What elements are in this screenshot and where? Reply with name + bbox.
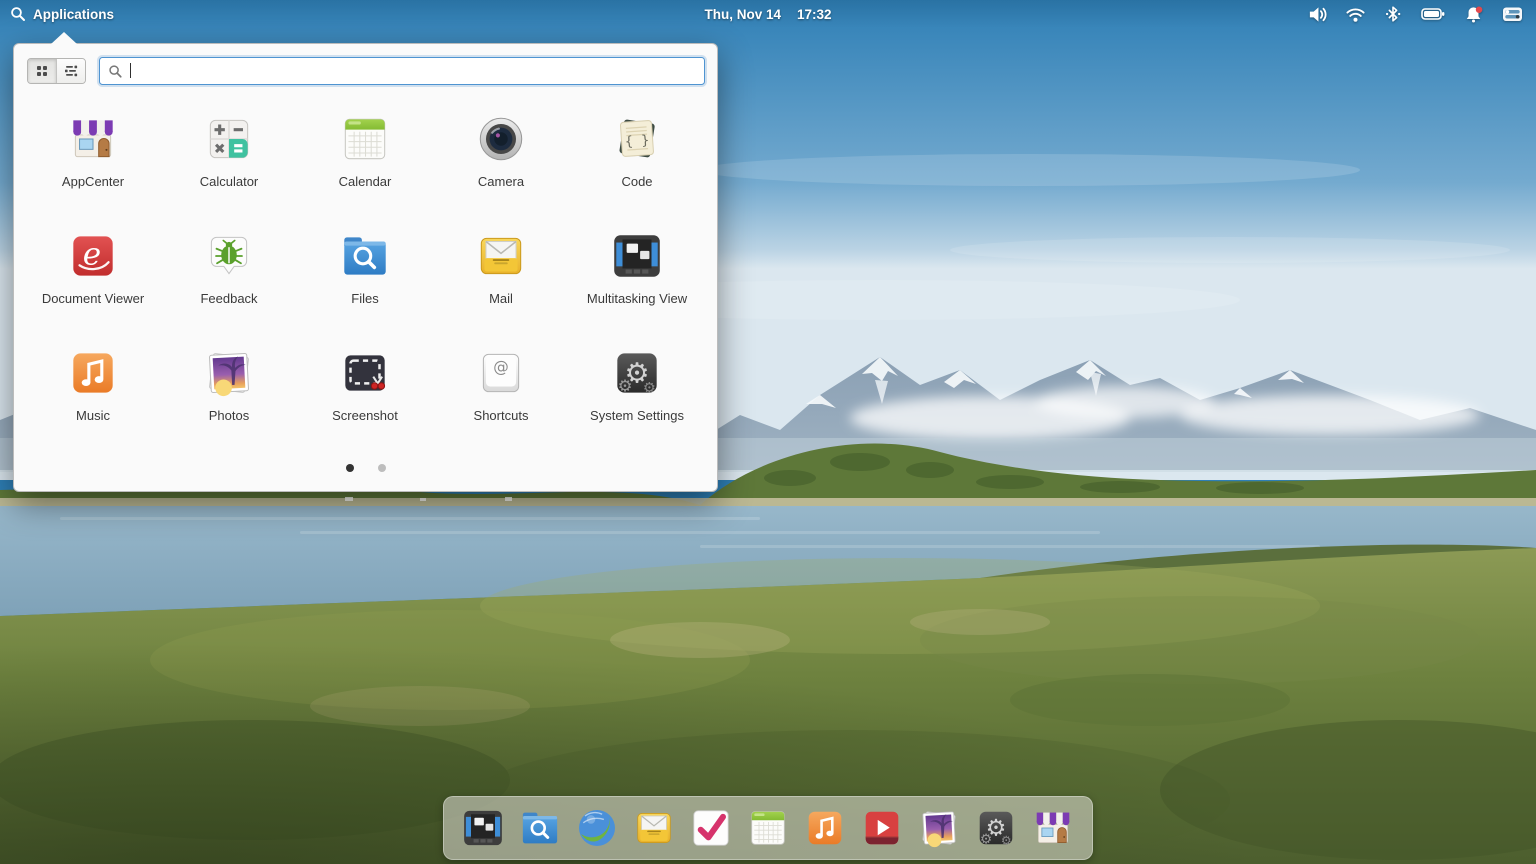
bluetooth-icon[interactable]	[1383, 4, 1403, 24]
app-calendar[interactable]: Calendar	[297, 110, 433, 189]
app-screenshot[interactable]: Screenshot	[297, 344, 433, 423]
app-grid: AppCenter Calculator Calendar Camera Cod…	[14, 85, 717, 423]
text-caret	[130, 63, 131, 78]
search-box[interactable]	[99, 57, 705, 85]
music-icon	[64, 344, 122, 402]
session-icon[interactable]	[1501, 4, 1524, 24]
appcenter-icon	[64, 110, 122, 168]
dock-system-settings[interactable]	[972, 804, 1020, 852]
dock-web-browser[interactable]	[573, 804, 621, 852]
dock-files[interactable]	[516, 804, 564, 852]
mail-icon	[630, 804, 678, 852]
screenshot-icon	[336, 344, 394, 402]
app-label: Music	[76, 408, 110, 423]
app-label: Document Viewer	[41, 291, 145, 306]
panel-time: 17:32	[796, 6, 832, 22]
appcenter-icon	[1029, 804, 1077, 852]
app-calculator[interactable]: Calculator	[161, 110, 297, 189]
app-system-settings[interactable]: System Settings	[569, 344, 705, 423]
list-view-button[interactable]	[56, 59, 85, 83]
app-label: AppCenter	[61, 174, 125, 189]
page-dot-1[interactable]	[345, 464, 354, 472]
dock-videos[interactable]	[858, 804, 906, 852]
applications-menu-button[interactable]: Applications	[0, 6, 114, 22]
dock	[443, 796, 1093, 860]
app-label: Calculator	[199, 174, 259, 189]
photos-icon	[200, 344, 258, 402]
calendar-icon	[744, 804, 792, 852]
page-indicator	[14, 464, 717, 472]
music-icon	[801, 804, 849, 852]
app-label: Files	[351, 291, 379, 306]
search-icon	[11, 7, 25, 21]
app-label: Calendar	[338, 174, 392, 189]
search-input[interactable]	[129, 63, 696, 79]
app-files[interactable]: Files	[297, 227, 433, 306]
app-label: Shortcuts	[473, 408, 529, 423]
volume-icon[interactable]	[1307, 4, 1328, 25]
view-toggle-group	[27, 58, 86, 84]
app-shortcuts[interactable]: Shortcuts	[433, 344, 569, 423]
camera-icon	[472, 110, 530, 168]
applications-launcher: AppCenter Calculator Calendar Camera Cod…	[13, 32, 718, 492]
search-icon	[109, 64, 122, 78]
document-viewer-icon	[64, 227, 122, 285]
videos-icon	[858, 804, 906, 852]
app-camera[interactable]: Camera	[433, 110, 569, 189]
multitasking-view-icon	[459, 804, 507, 852]
dock-appcenter[interactable]	[1029, 804, 1077, 852]
app-label: Screenshot	[332, 408, 398, 423]
code-icon	[608, 110, 666, 168]
calendar-icon	[336, 110, 394, 168]
notification-badge	[1475, 5, 1483, 13]
mail-icon	[472, 227, 530, 285]
app-label: Camera	[477, 174, 525, 189]
app-label: System Settings	[590, 408, 684, 423]
shortcuts-icon	[472, 344, 530, 402]
panel-date: Thu, Nov 14	[704, 6, 781, 22]
web-browser-icon	[573, 804, 621, 852]
calculator-icon	[200, 110, 258, 168]
notifications-icon[interactable]	[1463, 4, 1484, 25]
dock-mail[interactable]	[630, 804, 678, 852]
datetime-button[interactable]: Thu, Nov 14 17:32	[704, 7, 831, 22]
dock-multitasking-view[interactable]	[459, 804, 507, 852]
app-multitasking-view[interactable]: Multitasking View	[569, 227, 705, 306]
dock-music[interactable]	[801, 804, 849, 852]
top-panel: Applications Thu, Nov 14 17:32	[0, 0, 1536, 28]
app-label: Photos	[208, 408, 250, 423]
grid-view-button[interactable]	[28, 59, 56, 83]
photos-icon	[915, 804, 963, 852]
launcher-toolbar	[14, 44, 717, 85]
app-label: Multitasking View	[586, 291, 688, 306]
system-settings-icon	[972, 804, 1020, 852]
app-label: Code	[621, 174, 653, 189]
files-icon	[336, 227, 394, 285]
dock-photos[interactable]	[915, 804, 963, 852]
battery-icon[interactable]	[1420, 4, 1446, 24]
app-appcenter[interactable]: AppCenter	[25, 110, 161, 189]
dock-calendar[interactable]	[744, 804, 792, 852]
wifi-icon[interactable]	[1345, 4, 1366, 25]
files-icon	[516, 804, 564, 852]
applications-label: Applications	[33, 6, 115, 22]
app-label: Feedback	[200, 291, 258, 306]
page-dot-2[interactable]	[377, 464, 386, 472]
app-code[interactable]: Code	[569, 110, 705, 189]
tasks-icon	[687, 804, 735, 852]
app-photos[interactable]: Photos	[161, 344, 297, 423]
panel-indicators	[1307, 4, 1536, 25]
app-mail[interactable]: Mail	[433, 227, 569, 306]
app-label: Mail	[489, 291, 513, 306]
multitasking-view-icon	[608, 227, 666, 285]
dock-tasks[interactable]	[687, 804, 735, 852]
app-music[interactable]: Music	[25, 344, 161, 423]
feedback-icon	[200, 227, 258, 285]
list-view-icon	[63, 63, 79, 79]
grid-view-icon	[34, 63, 50, 79]
system-settings-icon	[608, 344, 666, 402]
app-document-viewer[interactable]: Document Viewer	[25, 227, 161, 306]
app-feedback[interactable]: Feedback	[161, 227, 297, 306]
